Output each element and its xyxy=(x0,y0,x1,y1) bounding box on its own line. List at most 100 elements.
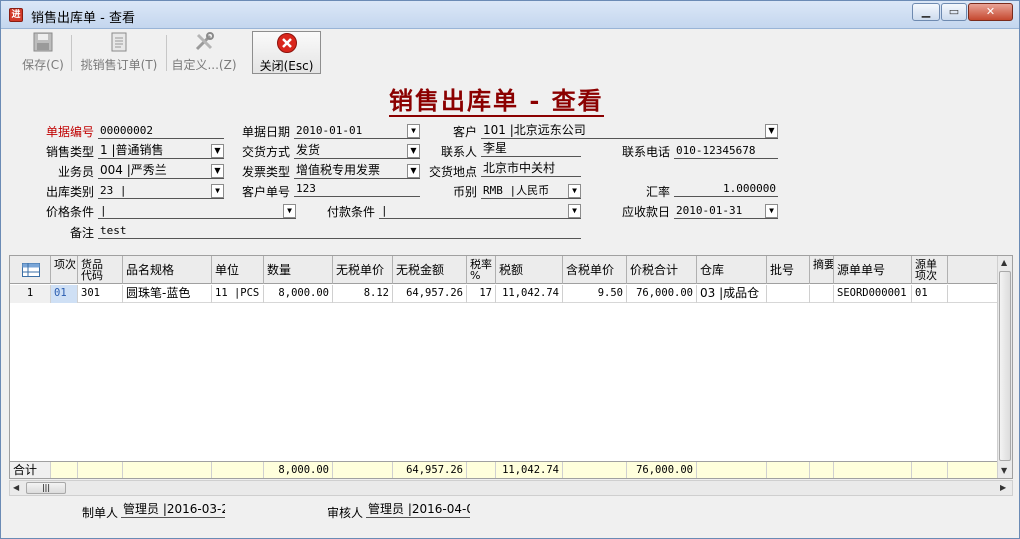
pick-sales-order-button[interactable]: 挑销售订单(T) xyxy=(77,31,161,74)
total-empty xyxy=(212,462,264,478)
header-src-line[interactable]: 源单 项次 xyxy=(912,256,948,284)
sales-type-field[interactable]: 1 |普通销售 ▼ xyxy=(98,143,224,159)
form-title: 销售出库单 - 查看 xyxy=(389,86,604,117)
cell-unit[interactable]: 11 |PCS xyxy=(212,285,264,303)
price-cond-value: | xyxy=(100,204,107,217)
contact-field[interactable]: 李星 xyxy=(481,141,581,157)
customize-button[interactable]: 自定义...(Z) xyxy=(171,31,237,74)
chevron-down-icon[interactable]: ▼ xyxy=(765,124,778,138)
delivery-method-value: 发货 xyxy=(296,143,321,157)
chevron-down-icon[interactable]: ▼ xyxy=(407,124,420,138)
cell-src-line[interactable]: 01 xyxy=(912,285,948,303)
chevron-down-icon[interactable]: ▼ xyxy=(211,144,224,158)
header-memo[interactable]: 摘要 xyxy=(810,256,834,284)
remark-field[interactable]: test xyxy=(98,223,581,239)
price-cond-field[interactable]: | ▼ xyxy=(98,203,296,219)
cell-warehouse[interactable]: 03 |成品仓 xyxy=(697,285,767,303)
total-empty xyxy=(78,462,123,478)
minimize-button[interactable]: ▁ xyxy=(912,3,940,21)
scroll-up-icon[interactable]: ▲ xyxy=(1001,258,1007,267)
chevron-down-icon[interactable]: ▼ xyxy=(765,204,778,218)
delivery-place-field[interactable]: 北京市中关村 xyxy=(481,161,581,177)
header-total[interactable]: 价税合计 xyxy=(627,256,697,284)
cell-item-name[interactable]: 圆珠笔-蓝色 xyxy=(123,285,212,303)
scroll-right-icon[interactable]: ▶ xyxy=(1000,483,1006,492)
horizontal-scrollbar[interactable]: ◀ ||| ▶ xyxy=(9,480,1013,496)
chevron-down-icon[interactable]: ▼ xyxy=(568,204,581,218)
total-empty xyxy=(834,462,912,478)
table-row[interactable]: 1 01 301 圆珠笔-蓝色 11 |PCS 8,000.00 8.12 64… xyxy=(10,285,1012,303)
header-qty[interactable]: 数量 xyxy=(264,256,333,284)
header-price[interactable]: 无税单价 xyxy=(333,256,393,284)
chevron-down-icon[interactable]: ▼ xyxy=(283,204,296,218)
scroll-left-icon[interactable]: ◀ xyxy=(13,483,19,492)
cell-src-no[interactable]: SEORD000001 xyxy=(834,285,912,303)
total-tax: 11,042.74 xyxy=(496,462,563,478)
cell-amount[interactable]: 64,957.26 xyxy=(393,285,467,303)
invoice-type-label: 发票类型 xyxy=(242,165,291,179)
horizontal-scroll-thumb[interactable]: ||| xyxy=(26,482,66,494)
vertical-scroll-thumb[interactable] xyxy=(999,271,1011,461)
cell-batch[interactable] xyxy=(767,285,810,303)
header-warehouse[interactable]: 仓库 xyxy=(697,256,767,284)
remark-value: test xyxy=(100,224,127,237)
contact-label: 联系人 xyxy=(441,145,478,159)
pay-cond-field[interactable]: | ▼ xyxy=(379,203,581,219)
rate-value: 1.000000 xyxy=(723,182,776,195)
header-item-name[interactable]: 品名规格 xyxy=(123,256,212,284)
customer-field[interactable]: 101 |北京远东公司 ▼ xyxy=(481,123,778,139)
total-row: 合计 8,000.00 64,957.26 11,042.74 76,000.0… xyxy=(10,461,998,478)
phone-field[interactable]: 010-12345678 xyxy=(674,143,778,159)
invoice-type-field[interactable]: 增值税专用发票 ▼ xyxy=(294,163,420,179)
rate-field[interactable]: 1.000000 xyxy=(674,181,778,197)
cell-tax-price[interactable]: 9.50 xyxy=(563,285,627,303)
cell-line-no[interactable]: 01 xyxy=(51,285,78,303)
header-tax[interactable]: 税额 xyxy=(496,256,563,284)
doc-no-field[interactable]: 00000002 xyxy=(98,123,224,139)
cell-total[interactable]: 76,000.00 xyxy=(627,285,697,303)
scroll-down-icon[interactable]: ▼ xyxy=(1001,466,1007,475)
total-empty xyxy=(697,462,767,478)
due-date-field[interactable]: 2010-01-31 ▼ xyxy=(674,203,778,219)
app-icon: 进 xyxy=(9,8,23,22)
invoice-type-value: 增值税专用发票 xyxy=(296,163,381,177)
header-tax-rate[interactable]: 税率% xyxy=(467,256,496,284)
chevron-down-icon[interactable]: ▼ xyxy=(211,184,224,198)
header-amount[interactable]: 无税金额 xyxy=(393,256,467,284)
currency-label: 币别 xyxy=(453,185,478,199)
customer-doc-field[interactable]: 123 xyxy=(294,181,420,197)
save-button[interactable]: 保存(C) xyxy=(19,31,67,74)
delivery-method-field[interactable]: 发货 ▼ xyxy=(294,143,420,159)
close-button[interactable]: 关闭(Esc) xyxy=(252,31,321,74)
header-batch[interactable]: 批号 xyxy=(767,256,810,284)
cell-price[interactable]: 8.12 xyxy=(333,285,393,303)
chevron-down-icon[interactable]: ▼ xyxy=(407,164,420,178)
row-index: 1 xyxy=(10,285,51,303)
salesman-label: 业务员 xyxy=(58,165,95,179)
chevron-down-icon[interactable]: ▼ xyxy=(211,164,224,178)
cell-memo[interactable] xyxy=(810,285,834,303)
header-line-no[interactable]: 项次 xyxy=(51,256,78,284)
doc-date-label: 单据日期 xyxy=(242,125,291,139)
chevron-down-icon[interactable]: ▼ xyxy=(568,184,581,198)
out-category-field[interactable]: 23 | ▼ xyxy=(98,183,224,199)
header-src-no[interactable]: 源单单号 xyxy=(834,256,912,284)
header-item-code[interactable]: 货品 代码 xyxy=(78,256,123,284)
cell-tax-rate[interactable]: 17 xyxy=(467,285,496,303)
currency-field[interactable]: RMB |人民币 ▼ xyxy=(481,183,581,199)
maximize-button[interactable]: ▭ xyxy=(941,3,967,21)
salesman-field[interactable]: 004 |严秀兰 ▼ xyxy=(98,163,224,179)
grid-corner[interactable] xyxy=(10,256,51,284)
vertical-scrollbar[interactable]: ▲ ▼ xyxy=(997,256,1012,478)
cell-tax[interactable]: 11,042.74 xyxy=(496,285,563,303)
chevron-down-icon[interactable]: ▼ xyxy=(407,144,420,158)
cell-qty[interactable]: 8,000.00 xyxy=(264,285,333,303)
total-amount: 64,957.26 xyxy=(393,462,467,478)
cell-item-code[interactable]: 301 xyxy=(78,285,123,303)
doc-date-field[interactable]: 2010-01-01 ▼ xyxy=(294,123,420,139)
close-window-button[interactable]: ✕ xyxy=(968,3,1013,21)
header-tax-price[interactable]: 含税单价 xyxy=(563,256,627,284)
pay-cond-value: | xyxy=(381,204,388,217)
header-unit[interactable]: 单位 xyxy=(212,256,264,284)
out-category-label: 出库类别 xyxy=(46,185,95,199)
